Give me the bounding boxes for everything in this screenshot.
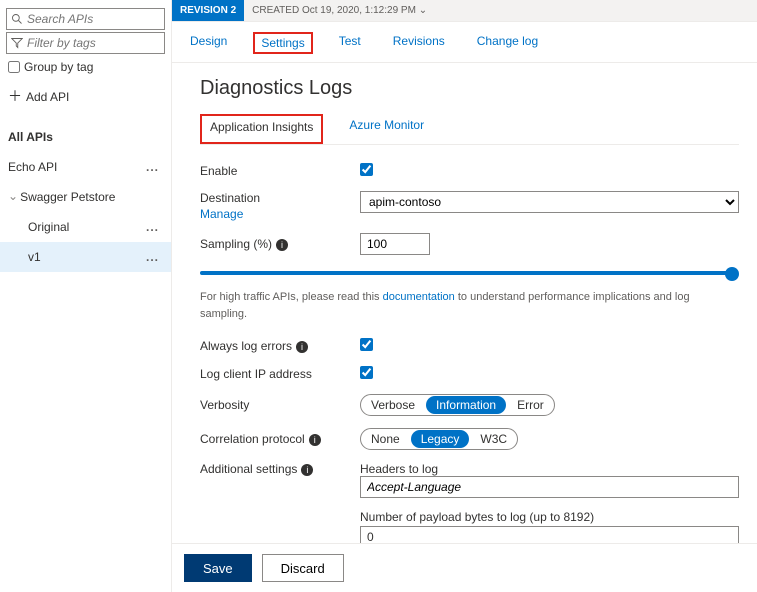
manage-link[interactable]: Manage [200, 207, 243, 221]
enable-checkbox[interactable] [360, 163, 373, 176]
correlation-legacy[interactable]: Legacy [411, 430, 470, 448]
filter-icon [11, 37, 23, 49]
correlation-group: None Legacy W3C [360, 428, 518, 450]
always-log-errors-label: Always log errorsi [200, 339, 360, 353]
subtab-application-insights[interactable]: Application Insights [200, 114, 323, 144]
enable-label: Enable [200, 164, 360, 178]
more-icon[interactable]: ... [146, 220, 163, 234]
content-area: Diagnostics Logs Application Insights Az… [172, 63, 757, 543]
revision-bar: REVISION 2 CREATED Oct 19, 2020, 1:12:29… [172, 0, 757, 22]
sidebar-item-label: All APIs [8, 130, 53, 144]
verbosity-information[interactable]: Information [426, 396, 506, 414]
correlation-none[interactable]: None [361, 429, 410, 449]
tab-design[interactable]: Design [184, 32, 233, 54]
log-client-ip-checkbox[interactable] [360, 366, 373, 379]
main-panel: REVISION 2 CREATED Oct 19, 2020, 1:12:29… [172, 0, 757, 592]
headers-to-log-input[interactable] [360, 476, 739, 498]
always-log-errors-checkbox[interactable] [360, 338, 373, 351]
revision-created[interactable]: CREATED Oct 19, 2020, 1:12:29 PM ⌄ [244, 5, 435, 16]
diagnostics-subtabs: Application Insights Azure Monitor [200, 114, 739, 145]
tab-settings[interactable]: Settings [253, 32, 312, 54]
payload-bytes-label: Number of payload bytes to log (up to 81… [360, 510, 739, 524]
info-icon[interactable]: i [301, 464, 313, 476]
slider-track [200, 271, 731, 275]
sampling-label: Sampling (%)i [200, 237, 360, 251]
tab-test[interactable]: Test [333, 32, 367, 54]
add-api-button[interactable]: ＋ Add API [8, 86, 163, 106]
sidebar-item-all-apis[interactable]: All APIs [0, 122, 171, 152]
tab-changelog[interactable]: Change log [471, 32, 544, 54]
group-by-tag-row[interactable]: Group by tag [8, 60, 163, 74]
filter-tags-box[interactable] [6, 32, 165, 54]
sampling-slider[interactable] [200, 267, 739, 279]
search-apis-box[interactable] [6, 8, 165, 30]
sidebar-item-swagger[interactable]: ⌄Swagger Petstore [0, 182, 171, 212]
payload-bytes-input[interactable] [360, 526, 739, 543]
info-icon[interactable]: i [296, 341, 308, 353]
sidebar-item-v1[interactable]: v1 ... [0, 242, 171, 272]
destination-select[interactable]: apim-contoso [360, 191, 739, 213]
correlation-w3c[interactable]: W3C [470, 429, 517, 449]
page-title: Diagnostics Logs [200, 77, 739, 100]
sampling-note: For high traffic APIs, please read this … [200, 289, 739, 322]
sidebar: Group by tag ＋ Add API All APIs Echo API … [0, 0, 172, 592]
sidebar-item-label: ⌄Swagger Petstore [8, 190, 115, 204]
additional-settings-label: Additional settingsi [200, 462, 360, 476]
group-by-tag-label: Group by tag [24, 60, 93, 74]
revision-badge[interactable]: REVISION 2 [172, 0, 244, 21]
add-api-label: Add API [26, 90, 69, 104]
sidebar-item-label: v1 [28, 250, 41, 264]
save-button[interactable]: Save [184, 554, 252, 582]
slider-thumb[interactable] [725, 267, 739, 281]
main-tabs: Design Settings Test Revisions Change lo… [172, 22, 757, 63]
destination-label: Destination Manage [200, 191, 360, 221]
documentation-link[interactable]: documentation [383, 291, 455, 303]
sidebar-item-original[interactable]: Original ... [0, 212, 171, 242]
verbosity-group: Verbose Information Error [360, 394, 555, 416]
info-icon[interactable]: i [276, 239, 288, 251]
tab-revisions[interactable]: Revisions [387, 32, 451, 54]
footer-actions: Save Discard [172, 543, 757, 592]
filter-tags-input[interactable] [23, 36, 160, 50]
sampling-input[interactable] [360, 233, 430, 255]
group-by-tag-checkbox[interactable] [8, 61, 20, 73]
discard-button[interactable]: Discard [262, 554, 344, 582]
verbosity-verbose[interactable]: Verbose [361, 395, 425, 415]
chevron-down-icon: ⌄ [419, 5, 427, 16]
sidebar-item-label: Echo API [8, 160, 57, 174]
verbosity-label: Verbosity [200, 398, 360, 412]
subtab-azure-monitor[interactable]: Azure Monitor [341, 114, 432, 144]
sidebar-item-label: Original [28, 220, 69, 234]
more-icon[interactable]: ... [146, 250, 163, 264]
info-icon[interactable]: i [309, 434, 321, 446]
plus-icon: ＋ [8, 88, 22, 104]
search-apis-input[interactable] [23, 12, 160, 26]
chevron-down-icon: ⌄ [8, 189, 18, 203]
verbosity-error[interactable]: Error [507, 395, 554, 415]
more-icon[interactable]: ... [146, 160, 163, 174]
headers-to-log-label: Headers to log [360, 462, 739, 476]
log-client-ip-label: Log client IP address [200, 367, 360, 381]
sidebar-item-echo-api[interactable]: Echo API ... [0, 152, 171, 182]
correlation-label: Correlation protocoli [200, 432, 360, 446]
search-icon [11, 13, 23, 25]
